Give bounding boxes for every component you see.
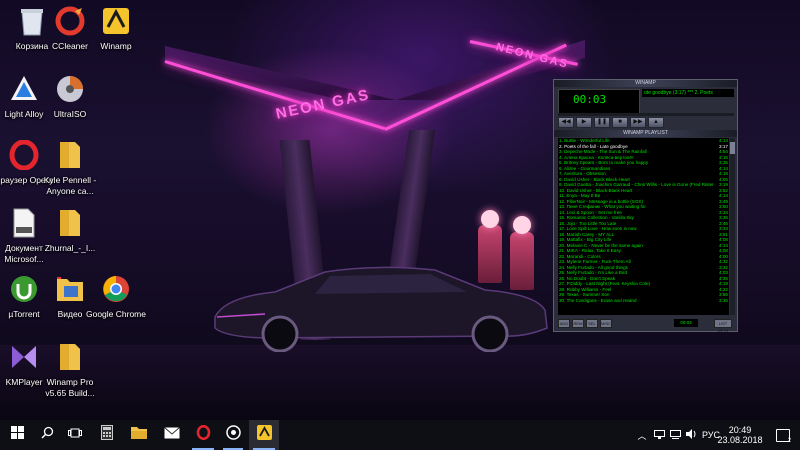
prev-button[interactable]: ◀◀ [558, 117, 574, 128]
winamp-display: 00:03 [558, 89, 640, 115]
opera-icon [7, 138, 41, 172]
car-graphic [214, 266, 548, 352]
taskbar: ︿ РУС 20:49 23.08.2018 2 [0, 420, 800, 450]
tray-volume-button[interactable] [684, 420, 698, 450]
playlist-mini-time: 00:03 [674, 319, 698, 327]
misc-button[interactable]: MISC [600, 318, 612, 328]
winamp-icon [99, 4, 133, 38]
list-options-button[interactable]: LIST OPTS [714, 319, 732, 333]
track-duration: 3:36 [719, 297, 728, 303]
calculator-icon [101, 425, 113, 445]
winamp-time: 00:03 [573, 93, 607, 106]
chevron-up-icon: ︿ [637, 430, 647, 441]
play-button[interactable]: ▶ [576, 117, 592, 128]
playlist-titlebar[interactable]: WINAMP PLAYLIST [554, 130, 737, 137]
monitor-icon [653, 429, 665, 441]
kmplayer-icon [7, 340, 41, 374]
desktop: NEON GAS NEON GAS Корзина CCleaner Winam… [0, 0, 800, 420]
desktop-icon-winamp-pro[interactable]: Winamp Pro v5.65 Build... [38, 340, 102, 399]
word-document-icon [7, 206, 41, 240]
search-button[interactable] [34, 420, 60, 450]
clock-time: 20:49 [728, 425, 752, 435]
opera-icon [196, 424, 211, 445]
desktop-icon-kyle-pennell[interactable]: Kyle Pennell - Anyone ca... [38, 138, 102, 197]
folder-icon [53, 206, 87, 240]
disc-icon [225, 425, 241, 445]
folder-icon [53, 138, 87, 172]
track-title: 30. The Cardigans - Erase and rewind [559, 297, 637, 303]
calculator-button[interactable] [93, 420, 121, 450]
playlist-scrollbar[interactable] [730, 138, 735, 315]
clock-date: 23.08.2018 [717, 435, 763, 445]
winamp-icon [256, 425, 272, 445]
desktop-icon-zhurnal[interactable]: Zhurnal_-_I... [38, 206, 102, 254]
opera-button[interactable] [188, 420, 218, 450]
playlist-track[interactable]: 30. The Cardigans - Erase and rewind 3:36 [558, 298, 729, 304]
winamp-window[interactable]: WINAMP 00:03 ute goodbye (3:17) *** 2. P… [553, 79, 738, 333]
folder-icon [131, 426, 147, 444]
ccleaner-icon [53, 4, 87, 38]
folder-icon [53, 340, 87, 374]
next-button[interactable]: ▶▶ [630, 117, 646, 128]
tray-network-button[interactable] [668, 420, 682, 450]
desktop-icon-google-chrome[interactable]: Google Chrome [84, 272, 148, 320]
tray-display-button[interactable] [652, 420, 666, 450]
notification-count: 2 [787, 438, 791, 444]
select-button[interactable]: SEL [586, 318, 598, 328]
explorer-button[interactable] [125, 420, 153, 450]
add-button[interactable]: ADD [558, 318, 570, 328]
video-folder-icon [53, 272, 87, 306]
notification-center-button[interactable]: 2 [772, 420, 794, 450]
winamp-titlebar[interactable]: WINAMP [554, 80, 737, 87]
pause-button[interactable]: ❚❚ [594, 117, 610, 128]
eject-button[interactable]: ▲ [648, 117, 664, 128]
windows-icon [10, 426, 24, 444]
ultraiso-icon [53, 72, 87, 106]
winamp-button[interactable] [249, 420, 279, 450]
playlist[interactable]: 1. Nuttle - Wonderful Life 4:14 2. Poets o… [558, 138, 729, 315]
task-view-button[interactable] [62, 420, 88, 450]
network-icon [669, 429, 681, 441]
desktop-icon-winamp[interactable]: Winamp [84, 4, 148, 52]
remove-button[interactable]: REM [572, 318, 584, 328]
mail-icon [164, 426, 180, 444]
clock[interactable]: 20:49 23.08.2018 [710, 425, 770, 445]
mail-button[interactable] [158, 420, 186, 450]
chrome-icon [99, 272, 133, 306]
playlist-bottom-bar: ADD REM SEL MISC [558, 318, 734, 328]
search-icon [40, 426, 54, 444]
winamp-controls: ◀◀ ▶ ❚❚ ■ ▶▶ ▲ [558, 117, 734, 128]
stop-button[interactable]: ■ [612, 117, 628, 128]
media-button[interactable] [219, 420, 247, 450]
desktop-icon-ultraiso[interactable]: UltraISO [38, 72, 102, 120]
start-button[interactable] [0, 420, 34, 450]
winamp-ticker: ute goodbye (3:17) *** 2. Poets [642, 89, 734, 97]
tray-overflow-button[interactable]: ︿ [635, 420, 649, 450]
light-alloy-icon [7, 72, 41, 106]
winamp-seek-bar[interactable] [558, 113, 734, 116]
speaker-icon [685, 429, 697, 441]
utorrent-icon [7, 272, 41, 306]
task-view-icon [68, 426, 82, 444]
